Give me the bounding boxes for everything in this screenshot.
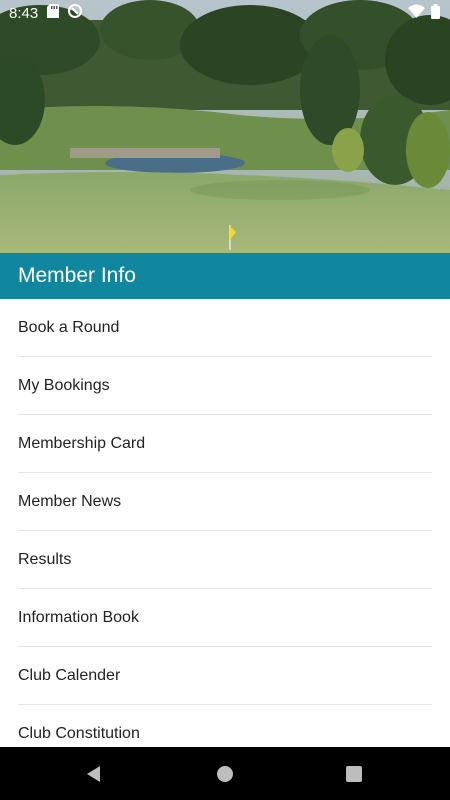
wifi-icon [408, 4, 425, 22]
menu-item-label: Club Constitution [18, 724, 140, 742]
menu-item-membership-card[interactable]: Membership Card [18, 415, 432, 473]
menu-item-label: Membership Card [18, 434, 146, 452]
menu-item-book-a-round[interactable]: Book a Round [18, 299, 432, 357]
menu-item-label: Information Book [18, 608, 139, 626]
menu-item-my-bookings[interactable]: My Bookings [18, 357, 432, 415]
hero-golf-course-image [0, 0, 450, 253]
back-icon[interactable] [74, 754, 114, 794]
golf-course-photo [0, 0, 450, 253]
status-time: 8:43 [9, 4, 39, 22]
menu-item-club-constitution[interactable]: Club Constitution [18, 705, 432, 747]
menu-item-label: Member News [18, 492, 122, 510]
menu-item-label: Results [18, 550, 72, 568]
system-nav-bar [0, 747, 450, 800]
menu-item-member-news[interactable]: Member News [18, 473, 432, 531]
page-title: Member Info [18, 264, 136, 287]
menu-item-label: Club Calender [18, 666, 121, 684]
member-menu-list: Book a Round My Bookings Membership Card… [0, 299, 450, 747]
menu-item-label: My Bookings [18, 376, 110, 394]
menu-item-results[interactable]: Results [18, 531, 432, 589]
battery-icon [431, 3, 440, 23]
home-icon[interactable] [205, 754, 245, 794]
data-saver-icon [67, 3, 83, 23]
status-bar: 8:43 [0, 0, 450, 26]
menu-item-information-book[interactable]: Information Book [18, 589, 432, 647]
menu-item-label: Book a Round [18, 318, 120, 336]
menu-item-club-calender[interactable]: Club Calender [18, 647, 432, 705]
sd-card-icon [47, 4, 60, 22]
recents-icon[interactable] [334, 754, 374, 794]
section-header: Member Info [0, 253, 450, 299]
